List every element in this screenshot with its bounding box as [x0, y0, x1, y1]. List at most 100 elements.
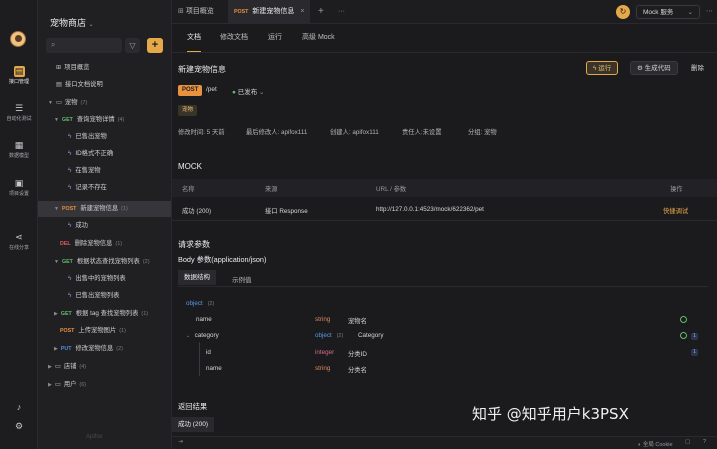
plus-icon: + [151, 39, 159, 51]
refresh-icon[interactable]: ↻ [616, 5, 630, 19]
api-path: /pet [206, 86, 217, 93]
tab-advanced-mock[interactable]: 高级 Mock [302, 24, 335, 52]
rail-item-model[interactable]: ▦ 数据模型 [0, 140, 38, 159]
rail-item-share[interactable]: ⋖ 在线分享 [0, 232, 38, 251]
project-title[interactable]: 宠物商店 ⌄ [50, 16, 94, 29]
gear-icon: ⚙ [637, 65, 645, 72]
col-url: URL / 参数 [376, 186, 407, 193]
bolt-icon: ϟ [68, 275, 72, 282]
field-desc: 分类ID [348, 351, 367, 358]
rail-item-test[interactable]: ☰ 自动化测试 [0, 103, 38, 122]
tab-schema[interactable]: 数据结构 [178, 270, 216, 285]
bolt-icon: ϟ [68, 150, 72, 157]
left-rail: ▤ 接口管理 ☰ 自动化测试 ▦ 数据模型 ▣ 项目设置 ⋖ 在线分享 ♪ ⚙ [0, 0, 38, 449]
tree-folder-pet[interactable]: ▼ ▭ 宠物 (7) [38, 95, 171, 111]
search-input[interactable]: ⌕ [46, 38, 122, 53]
field-type: integer [315, 349, 335, 356]
bolt-icon: ϟ [68, 222, 72, 229]
sidebar-item-overview[interactable]: ⊞ 项目概览 [38, 60, 171, 76]
chevron-down-icon: ⌄ [687, 9, 693, 16]
gen-code-button[interactable]: ⚙ 生成代码 [630, 61, 678, 75]
more-tabs-button[interactable]: ··· [338, 0, 345, 24]
tree-api-get-pet[interactable]: ▼ GET 查询宠物详情 (4) [38, 112, 171, 128]
caret-right-icon: ▶ [54, 346, 58, 352]
help-icon[interactable]: ? [703, 439, 706, 445]
doc-icon: ▤ [56, 81, 62, 88]
close-icon[interactable]: × [300, 8, 304, 15]
mock-url[interactable]: http://127.0.0.1:4523/mock/622362/pet [376, 206, 484, 213]
tree-folder-user[interactable]: ▶ ▭ 用户 (6) [38, 377, 171, 393]
tag-badge: 宠物 [178, 105, 198, 116]
chevron-down-icon: ⌄ [259, 89, 265, 96]
tab-example[interactable]: 示例值 [232, 274, 252, 284]
trash-icon[interactable]: ▢ [685, 439, 690, 445]
rail-label: 接口管理 [8, 79, 29, 85]
mock-heading: MOCK [178, 162, 202, 171]
field-category[interactable]: ⌄ category [186, 332, 219, 339]
tree-case[interactable]: ϟ 在售宠物 [38, 163, 171, 179]
filter-button[interactable]: ▽ [125, 38, 140, 53]
tree-case[interactable]: ϟ 出售中的宠物列表 [38, 271, 171, 287]
rail-label: 项目设置 [8, 191, 29, 197]
run-button[interactable]: ϟ 运行 [586, 61, 619, 75]
toggle-sidebar-icon[interactable]: ⇥ [178, 439, 183, 445]
notification-bell[interactable]: ♪ [0, 402, 38, 415]
tab-doc[interactable]: 文档 [187, 24, 201, 52]
mock-source: 接口 Response [265, 208, 308, 215]
delete-button[interactable]: 删除 [684, 61, 711, 75]
api-title: 新建宠物信息 [178, 65, 226, 74]
tree-api-del-pet[interactable]: DEL 删除宠物信息 (1) [38, 236, 171, 252]
field-id: id [206, 349, 211, 356]
tree-api-post-pet[interactable]: ▼ POST 新建宠物信息 (1) [38, 201, 171, 217]
filter-icon: ▽ [129, 41, 136, 50]
main-content: 文档 修改文档 运行 高级 Mock 新建宠物信息 ϟ 运行 ⚙ 生成代码 删除… [172, 24, 717, 449]
tree-api-post-img[interactable]: POST 上传宠物图片 (1) [38, 323, 171, 339]
more-menu-button[interactable]: ⋯ [706, 0, 713, 24]
tree-case[interactable]: ϟ ID格式不正确 [38, 146, 171, 162]
meta-modified: 修改时间: 5 天前 [178, 129, 225, 136]
tree-folder-store[interactable]: ▶ ▭ 店铺 (4) [38, 359, 171, 375]
rail-item-settings[interactable]: ▣ 项目设置 [0, 178, 38, 197]
sidebar: 宠物商店 ⌄ ⌕ ▽ + ⊞ 项目概览 ▤ 接口文档说明 ▼ ▭ 宠物 (7) ▼ GET 查… [38, 0, 172, 449]
add-tab-button[interactable]: + [318, 0, 324, 24]
caret-down-icon: ▼ [48, 100, 53, 106]
tree-case[interactable]: ϟ 记录不存在 [38, 180, 171, 196]
sidebar-item-doc[interactable]: ▤ 接口文档说明 [38, 77, 171, 93]
status-select[interactable]: ● 已发布 ⌄ [232, 86, 265, 96]
add-button[interactable]: + [147, 38, 163, 53]
avatar[interactable] [10, 31, 26, 47]
caret-right-icon: ▶ [48, 382, 52, 388]
divider [172, 52, 717, 53]
tab-run[interactable]: 运行 [268, 24, 282, 52]
grid-icon: ⊞ [178, 8, 186, 15]
rail-settings-gear[interactable]: ⚙ [0, 421, 38, 434]
tree-api-get-tag[interactable]: ▶ GET 根据 tag 查找宠物列表 (1) [38, 306, 171, 322]
mock-table-header: 名称 来源 URL / 参数 操作 [172, 179, 717, 197]
required-check-icon [680, 332, 687, 339]
tree-case[interactable]: ϟ 成功 [38, 218, 171, 234]
tab-overview[interactable]: ⊞ 项目概览 [172, 0, 220, 24]
caret-down-icon: ▼ [54, 206, 59, 212]
folder-icon: ▭ [55, 99, 62, 106]
rail-item-api[interactable]: ▤ 接口管理 [0, 66, 38, 85]
tab-response-200[interactable]: 成功 (200) [172, 417, 214, 432]
response-heading: 返回结果 [178, 402, 208, 411]
field-badge: 1 [691, 333, 698, 340]
quick-debug-link[interactable]: 快捷调试 [663, 206, 688, 215]
tree-case[interactable]: ϟ 已售出宠物 [38, 129, 171, 145]
mock-service-select[interactable]: Mock 服务 ⌄ [636, 5, 700, 19]
model-icon: ▦ [14, 140, 24, 150]
tree-api-put-pet[interactable]: ▶ PUT 修改宠物信息 (2) [38, 341, 171, 357]
col-source: 来源 [265, 186, 278, 193]
request-heading: 请求参数 [178, 240, 210, 249]
tree-case[interactable]: ϟ 已售出宠物列表 [38, 288, 171, 304]
table-row: 成功 (200) 接口 Response http://127.0.0.1:45… [172, 199, 717, 221]
bolt-icon: ϟ [68, 292, 72, 299]
tree-api-get-status[interactable]: ▼ GET 根据状态查找宠物列表 (2) [38, 254, 171, 270]
caret-down-icon: ⌄ [186, 333, 192, 339]
bolt-icon: ϟ [68, 184, 72, 191]
method-badge: POST [178, 85, 203, 96]
tab-edit-doc[interactable]: 修改文档 [220, 24, 248, 52]
tab-new-pet[interactable]: POST 新建宠物信息 × [228, 0, 311, 24]
cookie-button[interactable]: ◐ 全局 Cookie [638, 440, 673, 448]
